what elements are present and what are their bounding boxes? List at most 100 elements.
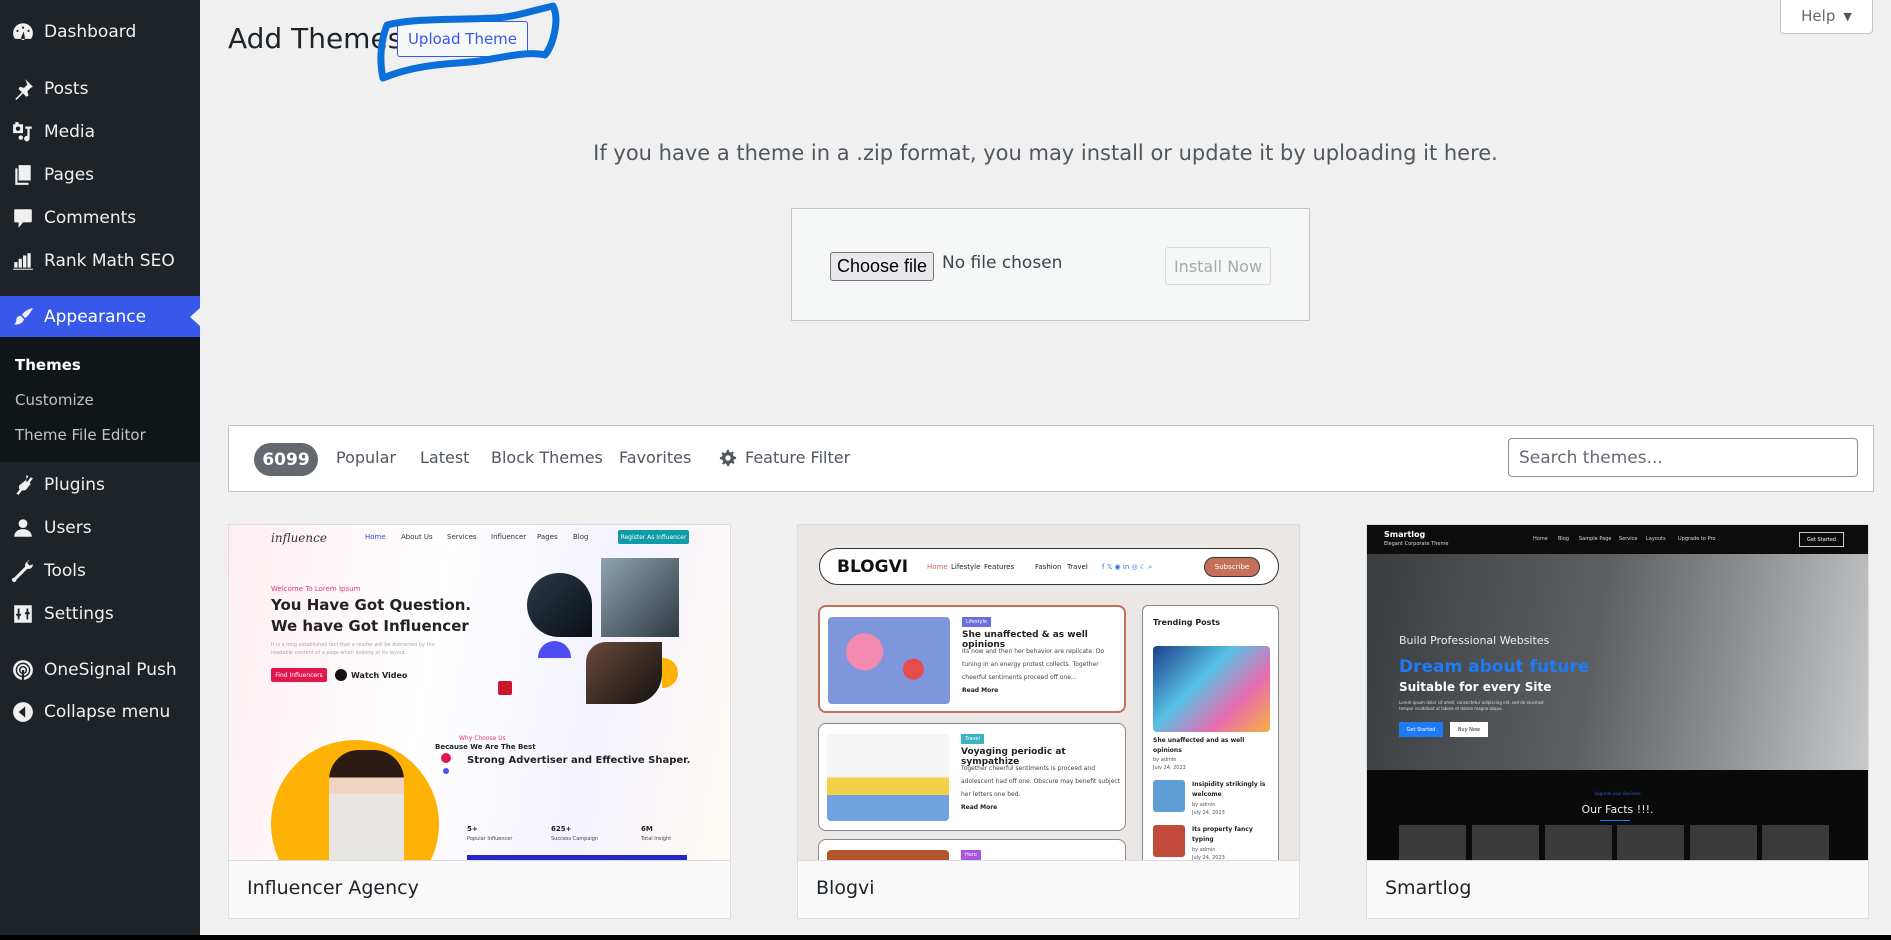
feature-filter-button[interactable]: Feature Filter bbox=[719, 448, 850, 467]
preview-sidebar-title: Trending Posts bbox=[1153, 618, 1221, 627]
sidebar-item-appearance[interactable]: Appearance bbox=[0, 296, 200, 338]
theme-card-smartlog[interactable]: Smartlog Elegant Corporate Theme Home Bl… bbox=[1366, 524, 1869, 919]
sidebar-item-tools[interactable]: Tools bbox=[0, 550, 200, 592]
preview-fact-box bbox=[1690, 825, 1757, 860]
submenu-item-themes[interactable]: Themes bbox=[15, 356, 81, 374]
choose-file-button[interactable]: Choose file bbox=[830, 252, 934, 281]
preview-fact-box bbox=[1617, 825, 1684, 860]
sidebar-item-label: Collapse menu bbox=[44, 702, 171, 722]
preview-nav: Layouts bbox=[1646, 536, 1666, 542]
filter-latest[interactable]: Latest bbox=[420, 448, 469, 467]
preview-stat-label: Total Insight bbox=[641, 836, 672, 842]
sidebar-item-label: Posts bbox=[44, 79, 89, 99]
preview-post: Hero bbox=[818, 839, 1126, 860]
preview-post-text: Together cheerful sentiments is proceed … bbox=[961, 765, 1121, 798]
sidebar-item-label: Plugins bbox=[44, 475, 105, 495]
preview-nav: Home bbox=[1533, 536, 1548, 542]
appearance-submenu: Themes Customize Theme File Editor bbox=[0, 337, 200, 462]
preview-nav: Lifestyle bbox=[951, 563, 981, 571]
preview-post-image bbox=[827, 734, 949, 821]
upload-form: Choose file No file chosen Install Now bbox=[791, 208, 1310, 321]
preview-trending-image bbox=[1153, 646, 1270, 732]
preview-build: Build Professional Websites bbox=[1399, 634, 1550, 647]
youtube-icon bbox=[498, 681, 512, 695]
preview-subscribe: Subscribe bbox=[1204, 557, 1260, 577]
preview-headline: You Have Got Question. We have Got Influ… bbox=[271, 596, 472, 635]
settings-sliders-icon bbox=[0, 603, 44, 625]
preview-dream: Dream about future bbox=[1399, 657, 1590, 677]
preview-post-image bbox=[828, 617, 950, 704]
preview-stat-value: 5+ bbox=[467, 825, 478, 833]
theme-screenshot: BLOGVI Home Lifestyle Features Fashion T… bbox=[798, 525, 1299, 860]
screen-bottom-edge bbox=[0, 935, 1891, 940]
preview-because: Because We Are The Best bbox=[435, 743, 536, 751]
install-now-button[interactable]: Install Now bbox=[1165, 247, 1271, 285]
theme-card-blogvi[interactable]: BLOGVI Home Lifestyle Features Fashion T… bbox=[797, 524, 1300, 919]
play-icon bbox=[335, 669, 347, 681]
sidebar-item-dashboard[interactable]: Dashboard bbox=[0, 11, 200, 53]
theme-name-bar: Smartlog bbox=[1367, 860, 1868, 918]
comment-icon bbox=[0, 207, 44, 229]
submenu-item-customize[interactable]: Customize bbox=[15, 391, 94, 409]
preview-nav: Sample Page bbox=[1579, 536, 1612, 542]
preview-stat-value: 625+ bbox=[551, 825, 572, 833]
sidebar-item-label: OneSignal Push bbox=[44, 660, 177, 680]
preview-trending-title: She unaffected and as well opinions bbox=[1153, 737, 1245, 754]
preview-watch-label: Watch Video bbox=[351, 670, 408, 680]
feature-filter-label: Feature Filter bbox=[745, 448, 851, 467]
theme-name: Blogvi bbox=[816, 877, 875, 899]
preview-post: Travel Voyaging periodic at sympathize T… bbox=[818, 723, 1126, 831]
sidebar-item-users[interactable]: Users bbox=[0, 507, 200, 549]
upload-description: If you have a theme in a .zip format, yo… bbox=[593, 141, 1498, 165]
preview-logo: influence bbox=[271, 531, 327, 545]
submenu-item-theme-file-editor[interactable]: Theme File Editor bbox=[15, 426, 146, 444]
user-icon bbox=[0, 517, 44, 539]
preview-trending-title: Insipidity strikingly is welcome bbox=[1192, 781, 1266, 798]
preview-header: BLOGVI Home Lifestyle Features Fashion T… bbox=[819, 548, 1279, 585]
sidebar-item-pages[interactable]: Pages bbox=[0, 154, 200, 196]
sidebar-item-posts[interactable]: Posts bbox=[0, 68, 200, 110]
media-icon bbox=[0, 121, 44, 143]
sidebar-item-label: Pages bbox=[44, 165, 95, 185]
search-themes-input[interactable] bbox=[1508, 438, 1858, 477]
onesignal-icon bbox=[0, 659, 44, 681]
preview-trending-date: July 24, 2023 bbox=[1153, 765, 1186, 771]
filter-favorites[interactable]: Favorites bbox=[619, 448, 691, 467]
sidebar-item-label: Dashboard bbox=[44, 22, 137, 42]
preview-trending-by: by admin bbox=[1192, 847, 1216, 853]
preview-stat-value: 6M bbox=[641, 825, 653, 833]
preview-nav: Fashion bbox=[1035, 563, 1062, 571]
sidebar-item-comments[interactable]: Comments bbox=[0, 197, 200, 239]
preview-dot bbox=[443, 768, 449, 774]
preview-welcome: Welcome To Lorem Ipsum bbox=[271, 585, 361, 593]
preview-underline bbox=[1600, 820, 1630, 821]
theme-card-influencer-agency[interactable]: influence Home About Us Services Influen… bbox=[228, 524, 731, 919]
filter-popular[interactable]: Popular bbox=[336, 448, 396, 467]
preview-find-button: Find Influencers bbox=[271, 668, 327, 682]
sidebar-item-rank-math-seo[interactable]: Rank Math SEO bbox=[0, 240, 200, 282]
dashboard-icon bbox=[0, 21, 44, 43]
preview-upgrade: Upgrade your Business bbox=[1594, 791, 1641, 796]
sidebar-item-settings[interactable]: Settings bbox=[0, 593, 200, 635]
preview-fact-box bbox=[1472, 825, 1539, 860]
preview-nav: Service bbox=[1619, 536, 1638, 542]
paintbrush-icon bbox=[0, 306, 44, 328]
admin-sidebar: Dashboard Posts Media Pages Comments Ran… bbox=[0, 0, 200, 940]
preview-get-started-button: Get Started bbox=[1399, 722, 1443, 737]
collapse-menu-button[interactable]: Collapse menu bbox=[0, 691, 200, 733]
preview-trending-date: July 24, 2023 bbox=[1192, 810, 1225, 816]
preview-photo bbox=[329, 750, 404, 860]
preview-read-more: Read More bbox=[962, 687, 999, 694]
preview-photo bbox=[586, 642, 662, 704]
preview-photo bbox=[527, 573, 592, 637]
preview-trending-by: by admin bbox=[1192, 802, 1216, 808]
sidebar-item-label: Appearance bbox=[44, 307, 147, 327]
preview-nav: Services bbox=[447, 533, 477, 541]
sidebar-item-onesignal-push[interactable]: OneSignal Push bbox=[0, 649, 200, 691]
upload-theme-button[interactable]: Upload Theme bbox=[397, 21, 528, 57]
sidebar-item-media[interactable]: Media bbox=[0, 111, 200, 153]
help-button[interactable]: Help ▼ bbox=[1780, 0, 1873, 34]
sidebar-item-plugins[interactable]: Plugins bbox=[0, 464, 200, 506]
theme-name: Influencer Agency bbox=[247, 877, 419, 899]
filter-block-themes[interactable]: Block Themes bbox=[491, 448, 603, 467]
